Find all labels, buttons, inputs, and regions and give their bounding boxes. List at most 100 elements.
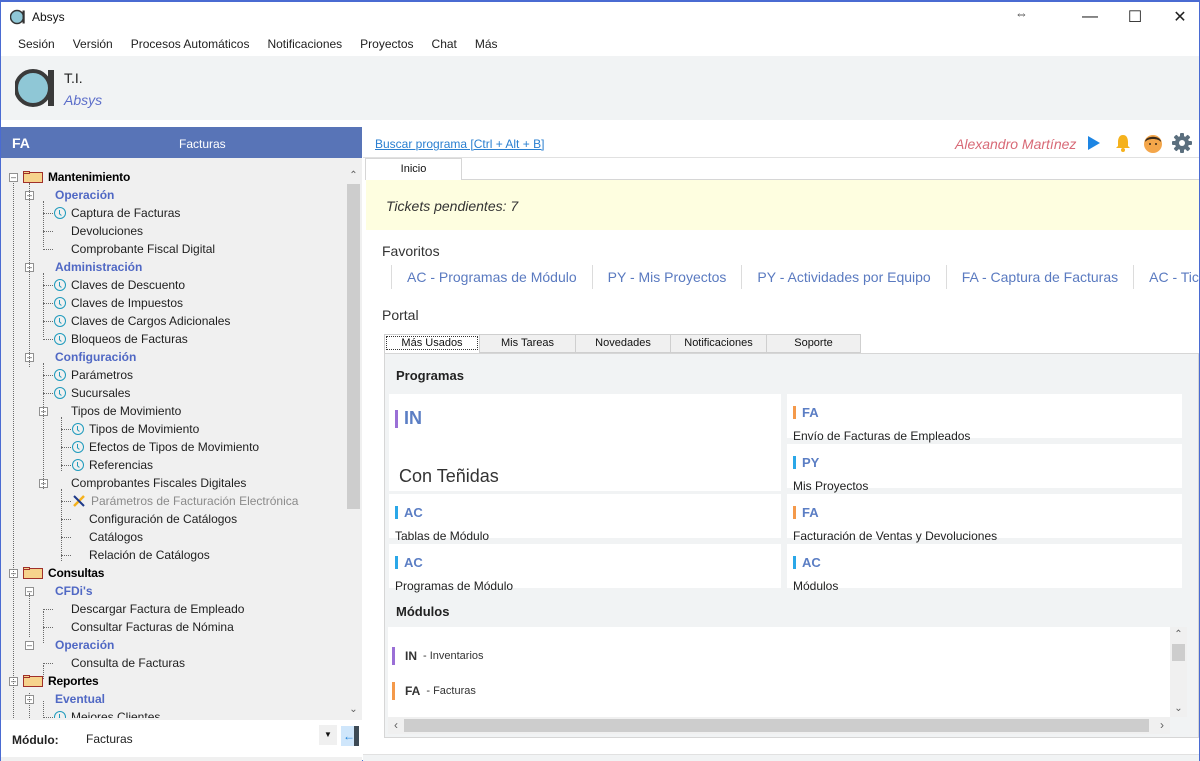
tree-connector — [43, 249, 53, 250]
tree-item[interactable]: Efectos de Tipos de Movimiento — [61, 438, 259, 456]
tree-item-label: Claves de Cargos Adicionales — [71, 314, 231, 328]
menu-procesos-automaticos[interactable]: Procesos Automáticos — [122, 37, 259, 51]
menu-version[interactable]: Versión — [64, 37, 122, 51]
tree-item[interactable]: – CFDi's — [25, 582, 93, 600]
tree-item[interactable]: – Reportes — [9, 672, 99, 690]
tree-item[interactable]: Mejores Clientes — [43, 708, 160, 718]
program-card[interactable]: AC Programas de Módulo — [389, 544, 781, 593]
favorite-link[interactable]: FA - Captura de Facturas — [945, 265, 1133, 289]
tree-item-label: Claves de Descuento — [71, 278, 186, 292]
modules-horizontal-scrollbar[interactable]: ‹ › — [388, 717, 1170, 734]
tab-novedades[interactable]: Novedades — [575, 334, 671, 353]
resize-arrows-icon[interactable]: ⇔ — [1015, 6, 1028, 21]
program-name: Módulos — [793, 579, 839, 593]
scroll-up-icon[interactable]: ⌃ — [345, 167, 362, 184]
scroll-down-icon[interactable]: ⌄ — [1170, 701, 1187, 717]
tree-item[interactable]: Claves de Descuento — [43, 276, 185, 294]
menu-chat[interactable]: Chat — [423, 37, 466, 51]
program-card[interactable]: FA Facturación de Ventas y Devoluciones — [787, 494, 1182, 543]
tree-guide-line — [29, 183, 30, 367]
tree-item[interactable]: Relación de Catálogos — [61, 546, 210, 564]
program-card[interactable]: FA Envío de Facturas de Empleados — [787, 394, 1182, 443]
scroll-left-icon[interactable]: ‹ — [388, 717, 404, 734]
tab-inicio[interactable]: Inicio — [365, 158, 462, 180]
tree-item[interactable]: Referencias — [61, 456, 153, 474]
favorite-link[interactable]: AC - Tickets — [1133, 265, 1200, 289]
menu-proyectos[interactable]: Proyectos — [351, 37, 422, 51]
menu-notificaciones[interactable]: Notificaciones — [258, 37, 351, 51]
search-program-link[interactable]: Buscar programa [Ctrl + Alt + B] — [375, 137, 544, 151]
tree-item[interactable]: – Operación — [25, 186, 114, 204]
close-button[interactable]: ✕ — [1157, 2, 1200, 32]
tree-item[interactable]: – Comprobantes Fiscales Digitales — [39, 474, 246, 492]
tree-item[interactable]: Captura de Facturas — [43, 204, 180, 222]
tab-soporte[interactable]: Soporte — [766, 334, 861, 353]
tree-item[interactable]: Devoluciones — [43, 222, 143, 240]
tree-item[interactable]: – Mantenimiento — [9, 168, 130, 186]
tree-item[interactable]: – Eventual — [25, 690, 105, 708]
scroll-thumb[interactable] — [1172, 644, 1185, 661]
module-list-item[interactable]: FA - Facturas — [392, 682, 476, 700]
collapse-icon[interactable]: – — [25, 641, 34, 650]
program-card[interactable]: PY Mis Proyectos — [787, 444, 1182, 493]
user-name[interactable]: Alexandro Martínez — [955, 136, 1076, 152]
maximize-button[interactable]: ☐ — [1112, 2, 1158, 32]
tree-item[interactable]: Claves de Impuestos — [43, 294, 183, 312]
tree-item[interactable]: Configuración de Catálogos — [61, 510, 237, 528]
tickets-banner[interactable]: Tickets pendientes: 7 — [366, 180, 1199, 230]
tree-item[interactable]: Consultar Facturas de Nómina — [43, 618, 234, 636]
scroll-down-icon[interactable]: ⌄ — [345, 701, 362, 718]
tree-item[interactable]: Sucursales — [43, 384, 130, 402]
user-avatar-icon[interactable] — [1142, 132, 1164, 154]
dropdown-arrow-icon[interactable]: ▼ — [319, 725, 337, 745]
collapse-panel-button[interactable]: ← — [341, 726, 359, 746]
program-card[interactable]: IN Con Teñidas — [389, 394, 781, 491]
program-card[interactable]: AC Módulos — [787, 544, 1182, 593]
clock-icon — [54, 315, 66, 327]
tree-item[interactable]: Consulta de Facturas — [43, 654, 185, 672]
tree-connector — [43, 285, 53, 286]
tab-notificaciones[interactable]: Notificaciones — [670, 334, 767, 353]
tree-item-label: Devoluciones — [71, 224, 144, 238]
collapse-icon[interactable]: – — [9, 173, 18, 182]
tree-connector — [43, 375, 53, 376]
tree-item-label: Tipos de Movimiento — [71, 404, 182, 418]
tree-item[interactable]: Parámetros — [43, 366, 133, 384]
tree-connector — [61, 501, 71, 502]
tree-item[interactable]: Bloqueos de Facturas — [43, 330, 188, 348]
tree-guide-line — [13, 183, 14, 718]
tree-item[interactable]: Catálogos — [61, 528, 143, 546]
menu-sesion[interactable]: Sesión — [9, 37, 64, 51]
favorite-link[interactable]: PY - Actividades por Equipo — [741, 265, 945, 289]
scroll-up-icon[interactable]: ⌃ — [1170, 627, 1187, 643]
scroll-thumb[interactable] — [404, 719, 1149, 732]
tree-item[interactable]: Claves de Cargos Adicionales — [43, 312, 230, 330]
tree-item[interactable]: – Operación — [25, 636, 114, 654]
favorite-link[interactable]: AC - Programas de Módulo — [391, 265, 592, 289]
tree-item[interactable]: – Configuración — [25, 348, 136, 366]
tree-item[interactable]: – Consultas — [9, 564, 104, 582]
gear-icon[interactable] — [1171, 132, 1193, 154]
tree-item[interactable]: Tipos de Movimiento — [61, 420, 199, 438]
minimize-button[interactable]: — — [1067, 2, 1113, 32]
tree-connector — [61, 519, 71, 520]
menu-mas[interactable]: Más — [466, 37, 507, 51]
favorite-link[interactable]: PY - Mis Proyectos — [591, 265, 742, 289]
bell-icon[interactable] — [1113, 133, 1133, 153]
modules-vertical-scrollbar[interactable]: ⌃ ⌄ — [1170, 627, 1187, 717]
tab-mas-usados[interactable]: Más Usados — [384, 334, 480, 354]
play-icon[interactable] — [1088, 136, 1100, 150]
clock-icon — [72, 459, 84, 471]
program-name: Con Teñidas — [399, 466, 499, 486]
module-select[interactable]: Facturas — [86, 732, 133, 746]
tree-scrollbar[interactable]: ⌃ ⌄ — [345, 167, 362, 718]
program-code: AC — [395, 555, 423, 570]
scroll-thumb[interactable] — [347, 184, 360, 509]
tab-mis-tareas[interactable]: Mis Tareas — [479, 334, 576, 353]
module-list-item[interactable]: IN - Inventarios — [392, 647, 484, 665]
program-card[interactable]: AC Tablas de Módulo — [389, 494, 781, 543]
tree-item[interactable]: Descargar Factura de Empleado — [43, 600, 244, 618]
tree-item[interactable]: Comprobante Fiscal Digital — [43, 240, 215, 258]
scroll-right-icon[interactable]: › — [1154, 717, 1170, 734]
tree-item[interactable]: Parámetros de Facturación Electrónica — [61, 492, 298, 510]
